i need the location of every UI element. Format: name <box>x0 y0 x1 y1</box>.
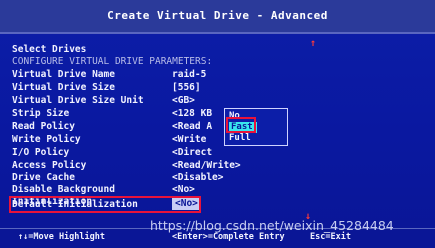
param-label-disable-bgi: Disable Background <box>12 184 115 195</box>
footer-enter-hint: <Enter>=Complete Entry <box>172 232 285 242</box>
select-drives-item[interactable]: Select Drives <box>12 44 86 56</box>
param-value-vd-size[interactable]: [556] <box>172 82 201 94</box>
param-value-vd-size-unit[interactable]: <GB> <box>172 95 195 107</box>
param-value-write-policy[interactable]: <Write <box>172 134 206 146</box>
param-label-drive-cache: Drive Cache <box>12 172 75 183</box>
param-value-io-policy[interactable]: <Direct <box>172 147 212 159</box>
param-value-strip-size[interactable]: <128 KB <box>172 108 212 120</box>
page-title: Create Virtual Drive - Advanced <box>107 9 328 22</box>
param-label-access-policy: Access Policy <box>12 160 87 171</box>
param-label-read-policy: Read Policy <box>12 121 75 132</box>
param-value-drive-cache[interactable]: <Disable> <box>172 172 223 184</box>
param-label-vd-size-unit: Virtual Drive Size Unit <box>12 95 144 106</box>
annotation-box-default-init <box>9 196 201 213</box>
bios-screen: Create Virtual Drive - Advanced ↑ Select… <box>0 0 435 248</box>
param-value-vd-name[interactable]: raid-5 <box>172 69 206 81</box>
configure-params-heading: CONFIGURE VIRTUAL DRIVE PARAMETERS: <box>12 56 213 67</box>
param-label-vd-name: Virtual Drive Name <box>12 69 115 80</box>
param-value-access-policy[interactable]: <Read/Write> <box>172 160 241 172</box>
watermark-url: https://blog.csdn.net/weixin_45284484 <box>150 218 394 233</box>
param-label-io-policy: I/O Policy <box>12 147 70 158</box>
param-label-write-policy: Write Policy <box>12 134 81 145</box>
popup-option-full[interactable]: Full <box>229 133 283 144</box>
param-label-vd-size: Virtual Drive Size <box>12 82 115 93</box>
param-label-strip-size: Strip Size <box>12 108 70 119</box>
footer-esc-hint: Esc=Exit <box>310 232 351 242</box>
footer-nav-hint: ↑↓=Move Highlight <box>18 232 105 242</box>
annotation-box-fast <box>226 117 256 133</box>
param-value-read-policy[interactable]: <Read A <box>172 121 212 133</box>
param-value-disable-bgi[interactable]: <No> <box>172 184 195 196</box>
scroll-up-arrow-icon[interactable]: ↑ <box>310 38 316 49</box>
